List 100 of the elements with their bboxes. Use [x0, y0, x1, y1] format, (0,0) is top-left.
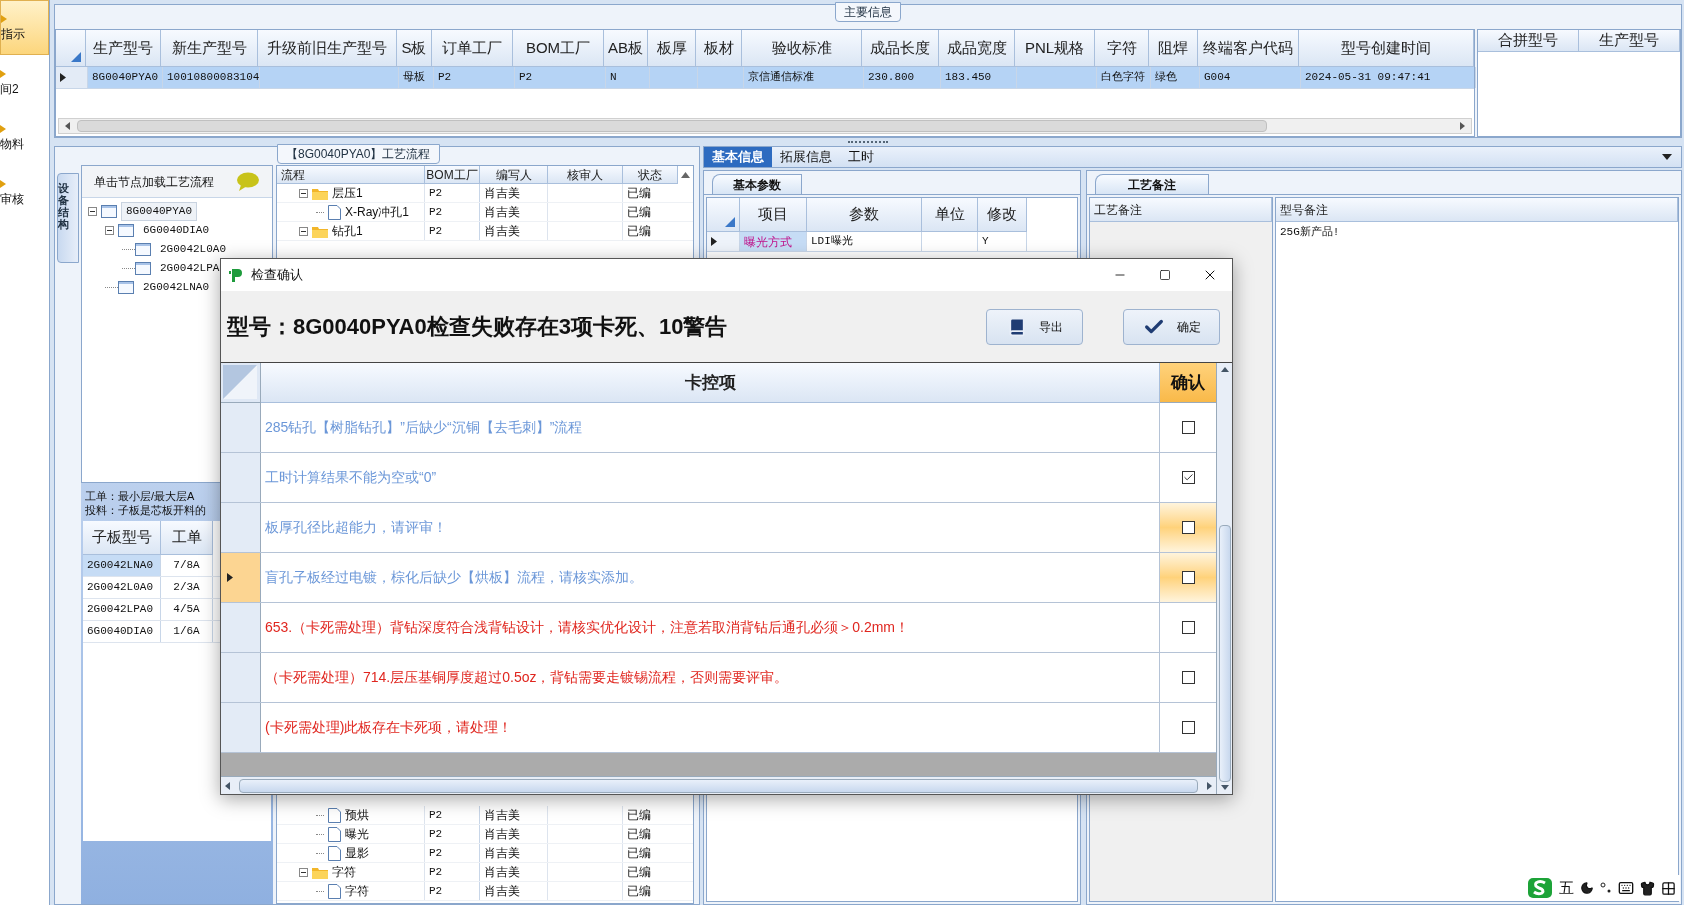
column-header[interactable]: 修改: [978, 198, 1027, 232]
column-header[interactable]: 生产型号: [1579, 30, 1680, 52]
scrollbar-thumb[interactable]: [77, 120, 1267, 132]
process-name[interactable]: 预烘: [345, 806, 369, 824]
splitter-grip[interactable]: [848, 140, 888, 144]
skin-icon[interactable]: [1640, 880, 1655, 896]
check-item-text: 工时计算结果不能为空或“0”: [265, 468, 437, 487]
process-name[interactable]: 显影: [345, 844, 369, 862]
column-header[interactable]: AB板: [604, 30, 648, 67]
ime-logo-icon[interactable]: [1527, 877, 1553, 899]
tree-node[interactable]: 2G0042L0A0: [155, 240, 231, 259]
tree-node[interactable]: 8G0040PYA0: [121, 202, 197, 221]
column-header[interactable]: 项目: [740, 198, 807, 232]
scroll-right-icon[interactable]: [1457, 121, 1467, 131]
checkbox[interactable]: [1181, 571, 1195, 584]
tree-node[interactable]: 2G0042LPA: [155, 259, 225, 278]
checkbox[interactable]: [1181, 421, 1195, 434]
export-button[interactable]: 导出: [986, 308, 1083, 345]
process-name[interactable]: 层压1: [332, 184, 363, 202]
dropdown-icon[interactable]: [1661, 153, 1673, 161]
column-header[interactable]: PNL规格: [1015, 30, 1095, 67]
scrollbar-thumb[interactable]: [1218, 525, 1231, 782]
moon-icon[interactable]: [1580, 881, 1594, 895]
collapse-icon[interactable]: [105, 226, 114, 235]
tab[interactable]: 基本信息: [704, 147, 772, 167]
process-name[interactable]: X-Ray冲孔1: [345, 203, 409, 221]
column-header[interactable]: 成品长度: [862, 30, 939, 67]
checkbox[interactable]: [1181, 721, 1195, 734]
column-header[interactable]: 阻焊: [1149, 30, 1198, 67]
collapse-icon[interactable]: [299, 867, 308, 877]
column-header[interactable]: S板: [397, 30, 432, 67]
column-header[interactable]: 型号创建时间: [1299, 30, 1474, 67]
tab[interactable]: 拓展信息: [772, 147, 840, 167]
column-header[interactable]: 验收标准: [742, 30, 862, 67]
input-mode[interactable]: 五: [1559, 876, 1574, 900]
column-header[interactable]: 终端客户代码: [1198, 30, 1299, 67]
process-name[interactable]: 钻孔1: [332, 222, 363, 240]
column-header[interactable]: 参数: [807, 198, 922, 232]
table-row[interactable]: （卡死需处理）714.层压基铜厚度超过0.5oz，背钻需要走镀锡流程，否则需要评审。: [221, 653, 1216, 703]
table-cell: 2G0042LPA0: [83, 599, 161, 620]
column-header[interactable]: 核审人: [548, 166, 623, 184]
check-item-text: 盲孔子板经过电镀，棕化后缺少【烘板】流程，请核实添加。: [265, 568, 643, 587]
table-cell: 肖吉美: [480, 806, 548, 824]
table-row[interactable]: (卡死需处理)此板存在卡死项，请处理！: [221, 703, 1216, 753]
vertical-scrollbar[interactable]: [1216, 363, 1232, 794]
column-header[interactable]: 流程: [277, 166, 425, 184]
column-header[interactable]: 字符: [1095, 30, 1149, 67]
nav-item[interactable]: 间2: [0, 55, 49, 110]
table-cell: 肖吉美: [480, 222, 548, 240]
tab[interactable]: 工时: [840, 147, 882, 167]
column-header[interactable]: 状态: [623, 166, 678, 184]
confirm-button[interactable]: 确定: [1123, 308, 1220, 345]
collapse-icon[interactable]: [88, 207, 97, 216]
column-header[interactable]: 生产型号: [86, 30, 161, 67]
column-header[interactable]: 单位: [922, 198, 978, 232]
horizontal-scrollbar[interactable]: [58, 118, 1472, 134]
table-cell: 10010800083104: [163, 67, 260, 88]
keyboard-icon[interactable]: [1618, 880, 1634, 896]
scroll-left-icon[interactable]: [63, 121, 73, 131]
checkbox[interactable]: [1181, 471, 1195, 484]
side-tab[interactable]: 设备结构: [57, 173, 79, 263]
column-header[interactable]: 子板型号: [83, 521, 161, 555]
nav-item[interactable]: 物料: [0, 110, 49, 165]
checkbox[interactable]: [1181, 671, 1195, 684]
column-header[interactable]: 工单: [161, 521, 213, 555]
checkbox[interactable]: [1181, 521, 1195, 534]
column-header[interactable]: 升级前旧生产型号: [258, 30, 397, 67]
column-header[interactable]: 订单工厂: [432, 30, 513, 67]
column-header[interactable]: 编写人: [480, 166, 548, 184]
column-header[interactable]: 板厚: [648, 30, 696, 67]
table-cell: 4/5A: [161, 599, 213, 620]
nav-item[interactable]: 指示: [0, 0, 49, 55]
nav-item[interactable]: 审核: [0, 165, 49, 220]
column-header[interactable]: 卡控项: [261, 363, 1160, 403]
table-row[interactable]: 653.（卡死需处理）背钻深度符合浅背钻设计，请核实优化设计，注意若取消背钻后通孔必须＞0.2mm！: [221, 603, 1216, 653]
column-header[interactable]: 成品宽度: [939, 30, 1015, 67]
table-cell: 母板: [399, 67, 434, 88]
group-title: 【8G0040PYA0】工艺流程: [277, 144, 440, 164]
collapse-icon[interactable]: [299, 188, 308, 198]
process-name[interactable]: 字符: [332, 863, 356, 881]
tree-node[interactable]: 2G0042LNA0: [138, 278, 214, 297]
tab[interactable]: 基本参数: [712, 174, 802, 194]
horizontal-scrollbar[interactable]: [221, 776, 1216, 794]
column-header[interactable]: BOM工厂: [425, 166, 480, 184]
punctuation-icon[interactable]: [1600, 881, 1612, 895]
column-header[interactable]: BOM工厂: [513, 30, 604, 67]
collapse-icon[interactable]: [299, 226, 308, 236]
table-cell: 绿色: [1151, 67, 1200, 88]
tab[interactable]: 工艺备注: [1095, 174, 1209, 194]
column-header[interactable]: 板材: [696, 30, 742, 67]
process-name[interactable]: 曝光: [345, 825, 369, 843]
tree-node[interactable]: 6G0040DIA0: [138, 221, 214, 240]
toolbox-icon[interactable]: [1661, 880, 1676, 896]
column-header[interactable]: 新生产型号: [161, 30, 258, 67]
note-text: 工单：最小层/最大层A: [85, 489, 196, 503]
column-header[interactable]: 合拼型号: [1478, 30, 1579, 52]
column-header[interactable]: 确认: [1160, 363, 1216, 403]
checkbox[interactable]: [1181, 621, 1195, 634]
scrollbar-thumb[interactable]: [239, 778, 1198, 793]
process-name[interactable]: 字符: [345, 882, 369, 900]
